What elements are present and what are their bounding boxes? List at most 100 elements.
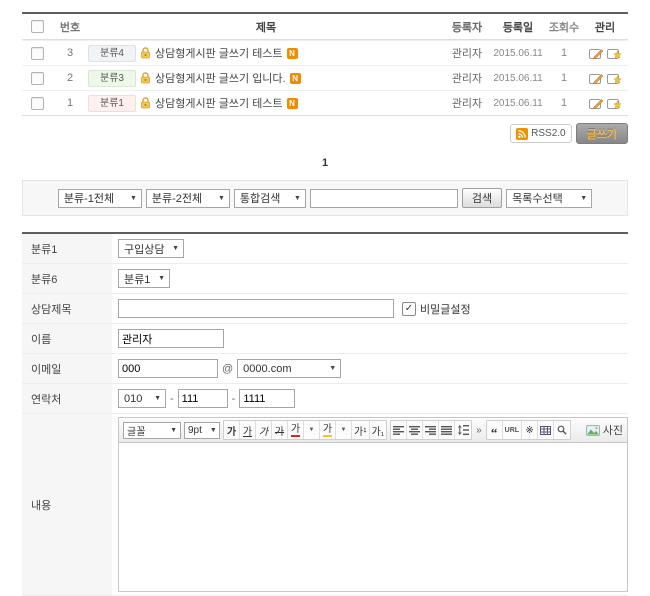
rss-button[interactable]: RSS2.0 xyxy=(510,124,571,143)
highlight-color-button[interactable]: 가 xyxy=(320,421,336,439)
search-button[interactable]: 검색 xyxy=(462,188,502,208)
row-checkbox[interactable] xyxy=(31,47,44,60)
chevron-down-icon: ▼ xyxy=(130,195,137,202)
subscript-button[interactable]: 가₁ xyxy=(370,421,387,439)
lock-icon xyxy=(140,47,151,59)
post-title-link[interactable]: 상담형게시판 글쓰기 테스트 xyxy=(155,95,283,111)
row-number: 1 xyxy=(52,97,88,109)
insert-photo-button[interactable]: 사진 xyxy=(586,422,623,438)
superscript-button[interactable]: 가¹ xyxy=(352,421,370,439)
editor-content-area[interactable] xyxy=(118,443,628,592)
align-justify-icon[interactable] xyxy=(439,421,455,439)
category1-select[interactable]: 구입상담▼ xyxy=(118,239,184,258)
row-number: 2 xyxy=(52,72,88,84)
category2-filter-select[interactable]: 분류-2전체▼ xyxy=(146,189,230,208)
form-row-category6: 분류6 분류1▼ xyxy=(22,264,628,294)
row-checkbox[interactable] xyxy=(31,72,44,85)
chevron-down-icon: ▼ xyxy=(172,245,179,252)
page-number[interactable]: 1 xyxy=(318,156,332,170)
email-id-input[interactable] xyxy=(118,359,218,378)
pagination: 1 xyxy=(22,156,628,170)
category1-filter-select[interactable]: 분류-1전체▼ xyxy=(58,189,142,208)
new-post-icon: N xyxy=(290,73,301,84)
row-author: 관리자 xyxy=(444,70,490,86)
insert-group: “ URL ※ xyxy=(486,420,571,440)
table-row: 1 분류1 상담형게시판 글쓰기 테스트 N 관리자 2015.06.11 1 xyxy=(22,90,628,115)
header-author: 등록자 xyxy=(444,19,490,35)
phone-separator: - xyxy=(232,393,236,405)
write-button[interactable]: 글쓰기 xyxy=(576,123,628,144)
form-row-content: 내용 글꼴▼ 9pt▼ 가 가 가 가 가 ▼ 가 xyxy=(22,414,628,596)
insert-table-icon[interactable] xyxy=(538,421,554,439)
strikethrough-button[interactable]: 가 xyxy=(272,421,288,439)
phone-prefix-select[interactable]: 010▼ xyxy=(118,389,166,408)
table-row: 2 분류3 상담형게시판 글쓰기 입니다. N 관리자 2015.06.11 1 xyxy=(22,65,628,90)
edit-post-icon[interactable] xyxy=(589,97,604,110)
header-number: 번호 xyxy=(52,19,88,35)
form-row-name: 이름 xyxy=(22,324,628,354)
line-height-icon[interactable] xyxy=(455,421,471,439)
field-label: 연락처 xyxy=(22,384,112,413)
name-input[interactable] xyxy=(118,329,224,348)
edit-post-icon[interactable] xyxy=(589,47,604,60)
new-post-icon: N xyxy=(287,48,298,59)
post-title-link[interactable]: 상담형게시판 글쓰기 테스트 xyxy=(155,45,283,61)
row-views: 1 xyxy=(546,97,582,109)
consult-title-input[interactable] xyxy=(118,299,394,318)
chevron-down-icon: ▼ xyxy=(154,395,161,402)
align-center-icon[interactable] xyxy=(407,421,423,439)
rich-text-editor: 글꼴▼ 9pt▼ 가 가 가 가 가 ▼ 가 ▼ 가¹ 가₁ xyxy=(118,417,628,592)
special-char-icon[interactable]: ※ xyxy=(522,421,538,439)
alignment-group xyxy=(390,420,472,440)
search-text-icon[interactable] xyxy=(554,421,570,439)
list-header-row: 번호 제목 등록자 등록일 조회수 관리 xyxy=(22,14,628,40)
form-row-email: 이메일 @ 0000.com▼ xyxy=(22,354,628,384)
header-title: 제목 xyxy=(88,19,444,35)
font-color-dropdown-icon[interactable]: ▼ xyxy=(304,421,320,439)
field-label: 분류1 xyxy=(22,234,112,263)
phone-mid-input[interactable] xyxy=(178,389,228,408)
rss-button-label: RSS2.0 xyxy=(531,128,565,139)
phone-last-input[interactable] xyxy=(239,389,295,408)
highlight-dropdown-icon[interactable]: ▼ xyxy=(336,421,352,439)
photo-button-label: 사진 xyxy=(603,422,623,438)
category-badge: 분류4 xyxy=(88,45,136,62)
search-scope-select[interactable]: 통합검색▼ xyxy=(234,189,306,208)
row-views: 1 xyxy=(546,47,582,59)
font-color-button[interactable]: 가 xyxy=(288,421,304,439)
link-url-icon[interactable]: URL xyxy=(503,421,522,439)
align-right-icon[interactable] xyxy=(423,421,439,439)
post-title-link[interactable]: 상담형게시판 글쓰기 입니다. xyxy=(155,70,286,86)
category-badge: 분류3 xyxy=(88,70,136,87)
font-family-select[interactable]: 글꼴▼ xyxy=(123,422,181,439)
header-views: 조회수 xyxy=(546,19,582,35)
list-actions: RSS2.0 글쓰기 xyxy=(22,123,628,144)
toolbar-more-icon[interactable]: » xyxy=(475,425,483,436)
list-count-select[interactable]: 목록수선택▼ xyxy=(506,189,592,208)
row-checkbox[interactable] xyxy=(31,97,44,110)
row-date: 2015.06.11 xyxy=(490,48,546,59)
delete-post-icon[interactable] xyxy=(607,47,622,60)
edit-post-icon[interactable] xyxy=(589,72,604,85)
form-row-phone: 연락처 010▼ - - xyxy=(22,384,628,414)
select-all-checkbox[interactable] xyxy=(31,20,44,33)
align-left-icon[interactable] xyxy=(391,421,407,439)
search-input[interactable] xyxy=(310,189,458,208)
field-label: 분류6 xyxy=(22,264,112,293)
italic-button[interactable]: 가 xyxy=(256,421,272,439)
category6-select[interactable]: 분류1▼ xyxy=(118,269,170,288)
field-label: 이메일 xyxy=(22,354,112,383)
table-row: 3 분류4 상담형게시판 글쓰기 테스트 N 관리자 2015.06.11 1 xyxy=(22,40,628,65)
chevron-down-icon: ▼ xyxy=(329,365,336,372)
email-domain-select[interactable]: 0000.com▼ xyxy=(237,359,341,378)
blockquote-icon[interactable]: “ xyxy=(487,421,503,439)
secret-post-checkbox[interactable]: ✓ xyxy=(402,302,416,316)
underline-button[interactable]: 가 xyxy=(240,421,256,439)
row-date: 2015.06.11 xyxy=(490,73,546,84)
bold-button[interactable]: 가 xyxy=(224,421,240,439)
delete-post-icon[interactable] xyxy=(607,97,622,110)
delete-post-icon[interactable] xyxy=(607,72,622,85)
chevron-down-icon: ▼ xyxy=(170,427,177,434)
font-size-select[interactable]: 9pt▼ xyxy=(184,422,220,439)
form-row-title: 상담제목 ✓ 비밀글설정 xyxy=(22,294,628,324)
